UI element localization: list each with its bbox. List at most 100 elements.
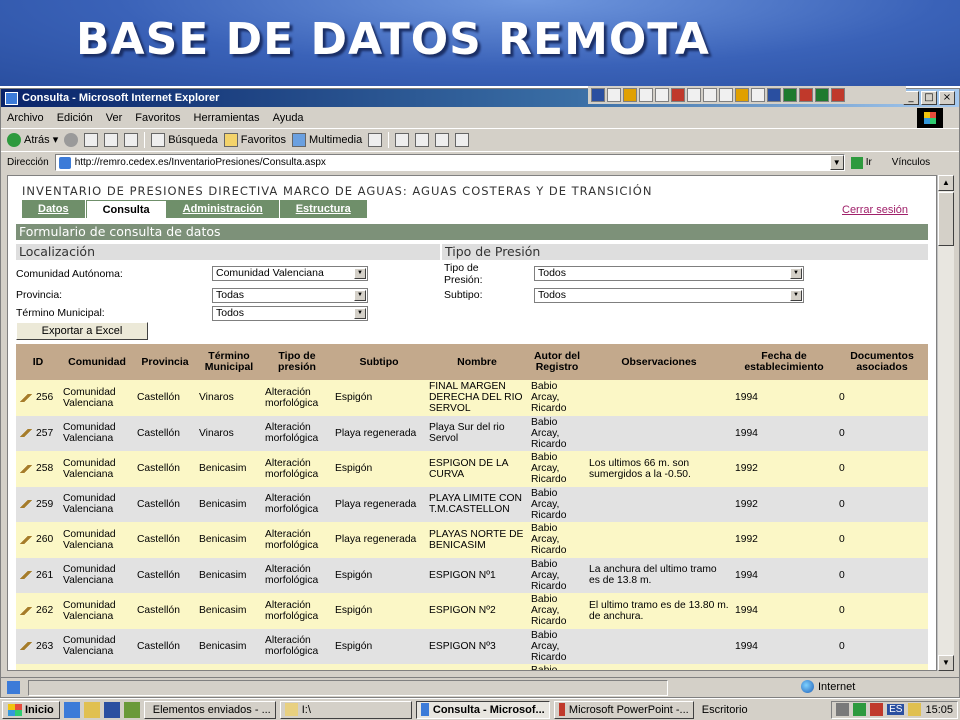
app-quicklaunch-icon[interactable] [123,701,140,718]
ie-quicklaunch-icon[interactable] [63,701,80,718]
cell-id[interactable]: 261 [16,557,60,593]
task-elementos[interactable]: Elementos enviados - ... [143,700,276,719]
menu-ayuda[interactable]: Ayuda [273,112,304,124]
app-shortcut-icon[interactable] [703,88,717,102]
col-documentos[interactable]: Documentos asociados [836,344,928,380]
app-shortcut-icon[interactable] [815,88,829,102]
menu-favoritos[interactable]: Favoritos [135,112,180,124]
url-input[interactable]: http://remro.cedex.es/InventarioPresione… [54,154,845,171]
cell-comunidad-text: Comunidad Valenciana [63,635,116,658]
back-button[interactable]: Atrás ▾ [7,132,58,147]
task-powerpoint[interactable]: Microsoft PowerPoint -... [553,700,694,719]
history-icon[interactable] [368,132,383,147]
go-button[interactable]: Ir [850,156,872,169]
home-icon[interactable] [124,132,139,147]
menu-ver[interactable]: Ver [106,112,123,124]
col-subtipo[interactable]: Subtipo [332,344,426,380]
cell-id[interactable]: 257 [16,415,60,451]
tipo-select[interactable]: Todos ▼ [534,266,804,281]
word-icon[interactable] [767,88,781,102]
mail-icon[interactable] [395,132,410,147]
stop-icon[interactable] [84,132,99,147]
multimedia-button[interactable]: Multimedia [292,132,362,147]
menu-herramientas[interactable]: Herramientas [194,112,260,124]
cell-id[interactable]: 256 [16,380,60,416]
termino-select[interactable]: Todos ▼ [212,306,368,321]
search-button[interactable]: Búsqueda [151,132,218,147]
col-provincia[interactable]: Provincia [134,344,196,380]
subtipo-select[interactable]: Todos ▼ [534,288,804,303]
app-shortcut-icon[interactable] [687,88,701,102]
col-nombre[interactable]: Nombre [426,344,528,380]
cell-id[interactable]: 259 [16,486,60,522]
maximize-button[interactable]: □ [921,91,937,105]
pencil-icon[interactable] [19,571,33,580]
links-label[interactable]: Vínculos [892,157,930,168]
start-button[interactable]: Inicio [2,700,60,719]
language-indicator[interactable]: ES [887,704,905,715]
pencil-icon[interactable] [19,393,33,402]
app-shortcut-icon[interactable] [639,88,653,102]
antivirus-icon[interactable] [870,703,884,716]
col-observaciones[interactable]: Observaciones [586,344,732,380]
app-shortcut-icon[interactable] [735,88,749,102]
cell-id[interactable]: 262 [16,593,60,629]
export-excel-button[interactable]: Exportar a Excel [16,322,148,340]
volume-icon[interactable] [836,703,850,716]
pencil-icon[interactable] [19,500,33,509]
edit-icon[interactable] [435,132,450,147]
menu-archivo[interactable]: Archivo [7,112,44,124]
app-shortcut-icon[interactable] [623,88,637,102]
app-shortcut-icon[interactable] [719,88,733,102]
pencil-icon[interactable] [19,429,33,438]
powerpoint-icon[interactable] [799,88,813,102]
app-shortcut-icon[interactable] [671,88,685,102]
tab-consulta[interactable]: Consulta [85,200,167,218]
col-id[interactable]: ID [16,344,60,380]
outlook-quicklaunch-icon[interactable] [83,701,100,718]
forward-arrow-icon[interactable] [64,132,79,147]
app-shortcut-icon[interactable] [607,88,621,102]
pencil-icon[interactable] [19,535,33,544]
col-fecha[interactable]: Fecha de establecimiento [732,344,836,380]
menu-edicion[interactable]: Edición [57,112,93,124]
app-shortcut-icon[interactable] [591,88,605,102]
print-icon[interactable] [415,132,430,147]
url-dropdown-icon[interactable]: ▼ [829,155,844,170]
scroll-thumb[interactable] [938,192,954,246]
tray-app-icon[interactable] [908,703,922,716]
desktop-quicklaunch-icon[interactable] [103,701,120,718]
scroll-up-icon[interactable]: ▲ [938,175,954,191]
access-icon[interactable] [831,88,845,102]
cell-id[interactable]: 260 [16,522,60,558]
pencil-icon[interactable] [19,606,33,615]
cell-id[interactable]: 263 [16,628,60,664]
favorites-button[interactable]: Favoritos [223,132,286,147]
provincia-select[interactable]: Todas ▼ [212,288,368,303]
app-shortcut-icon[interactable] [751,88,765,102]
col-autor[interactable]: Autor del Registro [528,344,586,380]
scroll-down-icon[interactable]: ▼ [938,655,954,671]
app-shortcut-icon[interactable] [655,88,669,102]
tab-administracion[interactable]: Administración [166,200,280,218]
network-icon[interactable] [853,703,867,716]
cell-id[interactable]: 258 [16,451,60,487]
tab-estructura[interactable]: Estructura [279,200,368,218]
cell-id[interactable]: 264 [16,664,60,670]
task-explorer[interactable]: I:\ [279,700,412,719]
vertical-scrollbar[interactable]: ▲ ▼ [937,175,954,671]
col-termino[interactable]: Término Municipal [196,344,262,380]
task-consulta[interactable]: Consulta - Microsof... [415,700,550,719]
col-tipo[interactable]: Tipo de presión [262,344,332,380]
pencil-icon[interactable] [19,642,33,651]
tab-datos[interactable]: Datos [22,200,86,218]
comunidad-select[interactable]: Comunidad Valenciana ▼ [212,266,368,281]
col-comunidad[interactable]: Comunidad [60,344,134,380]
close-button[interactable]: × [939,91,955,105]
discuss-icon[interactable] [455,132,470,147]
excel-icon[interactable] [783,88,797,102]
pencil-icon[interactable] [19,464,33,473]
desktop-toolbar-label[interactable]: Escritorio [702,704,748,716]
logout-link[interactable]: Cerrar sesión [842,204,908,216]
refresh-icon[interactable] [104,132,119,147]
